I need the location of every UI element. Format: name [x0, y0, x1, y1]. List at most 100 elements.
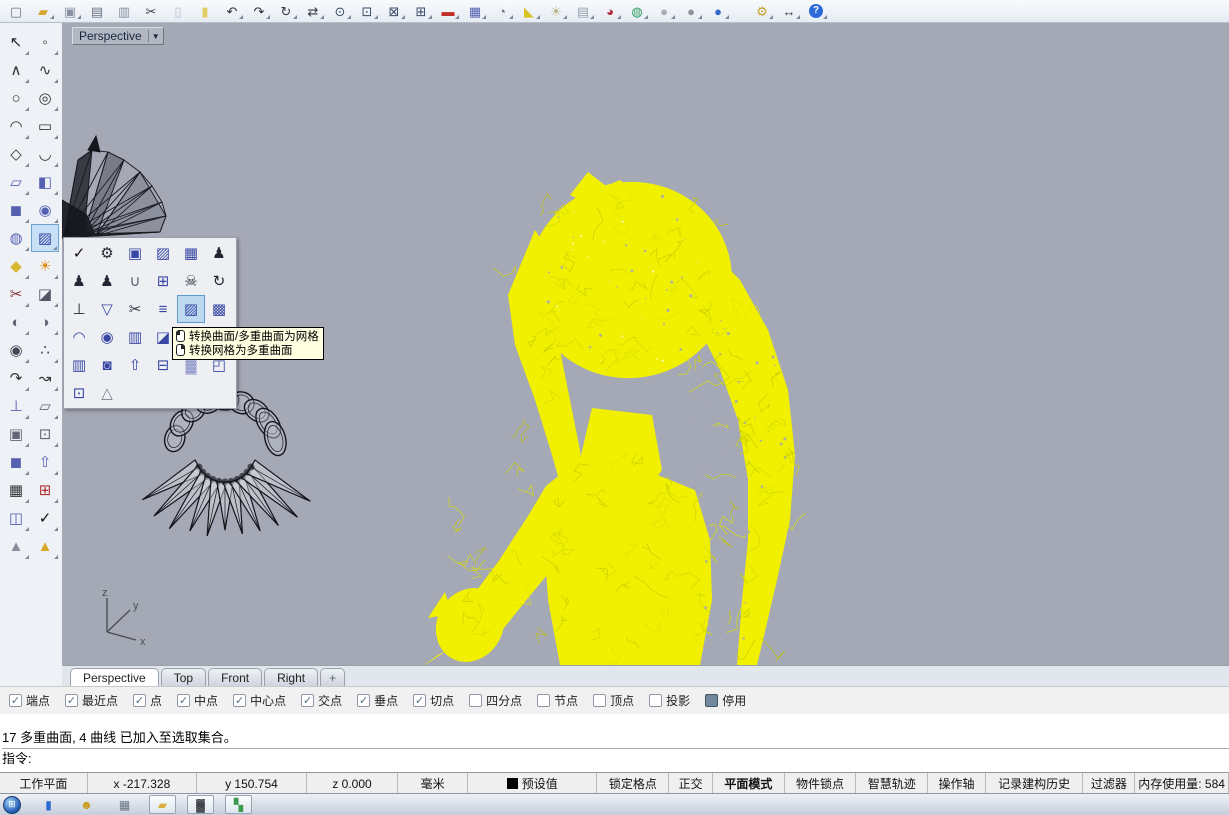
- mesh-pour-icon[interactable]: ▨: [149, 239, 177, 267]
- checkbox-icon[interactable]: ✓: [357, 694, 370, 707]
- mesh-from-nurbs-icon[interactable]: ▨: [177, 295, 205, 323]
- person-weight-icon[interactable]: ♟: [65, 267, 93, 295]
- viewport-title-dropdown-icon[interactable]: ▼: [152, 32, 160, 41]
- redo-icon[interactable]: ↷: [247, 2, 271, 20]
- notes-icon[interactable]: ▤: [571, 2, 595, 20]
- mesh-cubes-icon[interactable]: ⊡: [65, 379, 93, 407]
- mesh-window-icon[interactable]: ▣: [121, 239, 149, 267]
- mesh-ribbon-icon[interactable]: ◠: [65, 323, 93, 351]
- osnap-四分点[interactable]: 四分点: [469, 692, 522, 709]
- checkbox-icon[interactable]: ✓: [9, 694, 22, 707]
- zoom-dynamic-icon[interactable]: ⊙: [328, 2, 352, 20]
- rebuild-curve-icon[interactable]: ↝: [31, 364, 59, 392]
- options-gear-icon[interactable]: ⚙: [750, 2, 774, 20]
- zoom-extents-icon[interactable]: ⊠: [382, 2, 406, 20]
- new-document-icon[interactable]: ▢: [4, 2, 28, 20]
- rotate-3d-icon[interactable]: ◫: [2, 504, 30, 532]
- person-tool-icon[interactable]: ♟: [93, 267, 121, 295]
- paste-yellow-icon[interactable]: ▮: [193, 2, 217, 20]
- mesh-hole-icon[interactable]: ◙: [93, 351, 121, 379]
- rectangle-icon[interactable]: ▭: [31, 112, 59, 140]
- app-rhino-taskbar-button[interactable]: ▓: [187, 795, 214, 814]
- boolean-difference-icon[interactable]: ◑: [31, 308, 59, 336]
- status-8[interactable]: 正交: [669, 773, 713, 794]
- status-13[interactable]: 记录建构历史: [986, 773, 1084, 794]
- extrude-icon[interactable]: ⊥: [2, 392, 30, 420]
- checkbox-icon[interactable]: [593, 694, 606, 707]
- tab-perspective[interactable]: Perspective: [70, 668, 159, 687]
- array-grid-icon[interactable]: ▦: [2, 476, 30, 504]
- extrude-up-icon[interactable]: ⇧: [31, 448, 59, 476]
- control-point-curve-icon[interactable]: ∿: [31, 56, 59, 84]
- osnap-点[interactable]: ✓点: [133, 692, 162, 709]
- app-blue-taskbar-button[interactable]: ▮: [35, 795, 62, 814]
- copy-page-icon[interactable]: ▥: [112, 2, 136, 20]
- checkbox-icon[interactable]: ✓: [233, 694, 246, 707]
- shaded-sphere-icon[interactable]: ●: [652, 2, 676, 20]
- app-green-taskbar-button[interactable]: ▚: [225, 795, 252, 814]
- checkbox-icon[interactable]: [649, 694, 662, 707]
- viewport-layout-icon[interactable]: ⊞: [409, 2, 433, 20]
- select-arrow-icon[interactable]: ↖: [2, 28, 30, 56]
- osnap-切点[interactable]: ✓切点: [413, 692, 454, 709]
- osnap-disable[interactable]: 停用: [705, 692, 746, 709]
- viewport-title[interactable]: Perspective ▼: [72, 27, 164, 45]
- blend-curve-icon[interactable]: ◡: [31, 140, 59, 168]
- tab-front[interactable]: Front: [208, 668, 262, 687]
- surface-from-points-icon[interactable]: ▱: [2, 168, 30, 196]
- block-insert-icon[interactable]: ⊞: [31, 476, 59, 504]
- status-5[interactable]: 毫米: [398, 773, 468, 794]
- undo-icon[interactable]: ↶: [220, 2, 244, 20]
- osnap-交点[interactable]: ✓交点: [301, 692, 342, 709]
- start-button[interactable]: ⊞: [3, 796, 21, 814]
- split-icon[interactable]: ◪: [31, 280, 59, 308]
- spotlight-icon[interactable]: ☀: [544, 2, 568, 20]
- tab-right[interactable]: Right: [264, 668, 318, 687]
- pan-view-icon[interactable]: ⇄: [301, 2, 325, 20]
- rotate-view-icon[interactable]: ↻: [274, 2, 298, 20]
- mesh-tools-icon[interactable]: ▨: [31, 224, 59, 252]
- osnap-节点[interactable]: 节点: [537, 692, 578, 709]
- mesh-boxes-icon[interactable]: ▥: [121, 323, 149, 351]
- mesh-explode-icon[interactable]: △: [93, 379, 121, 407]
- mesh-trim-icon[interactable]: ✂: [121, 295, 149, 323]
- open-file-icon[interactable]: ▰: [31, 2, 55, 20]
- scale-icon[interactable]: ▱: [31, 392, 59, 420]
- checkbox-icon[interactable]: ✓: [133, 694, 146, 707]
- mesh-drape-icon[interactable]: ▽: [93, 295, 121, 323]
- command-prompt[interactable]: 指令:: [2, 749, 1229, 769]
- checkbox-icon[interactable]: [469, 694, 482, 707]
- status-2[interactable]: x -217.328: [88, 773, 198, 794]
- mesh-spheres-icon[interactable]: ◉: [93, 323, 121, 351]
- osnap-中心点[interactable]: ✓中心点: [233, 692, 286, 709]
- mesh-add-icon[interactable]: ⊞: [149, 267, 177, 295]
- app-qq-taskbar-button[interactable]: ☻: [73, 795, 100, 814]
- point-cloud-icon[interactable]: ∴: [31, 336, 59, 364]
- explode-icon[interactable]: ☀: [31, 252, 59, 280]
- box-icon[interactable]: ◼: [2, 196, 30, 224]
- puzzle-icon[interactable]: ◆: [2, 252, 30, 280]
- mesh-repair-icon[interactable]: ⚙: [93, 239, 121, 267]
- environment-sphere-icon[interactable]: ●: [706, 2, 730, 20]
- status-11[interactable]: 智慧轨迹: [856, 773, 928, 794]
- mesh-skull-icon[interactable]: ☠: [177, 267, 205, 295]
- osnap-顶点[interactable]: 顶点: [593, 692, 634, 709]
- color-wheel-icon[interactable]: ◍: [625, 2, 649, 20]
- app-calculator-taskbar-button[interactable]: ▦: [111, 795, 138, 814]
- status-10[interactable]: 物件锁点: [785, 773, 857, 794]
- cplane-icon[interactable]: ◣: [517, 2, 541, 20]
- mesh-split-icon[interactable]: ⇧: [121, 351, 149, 379]
- palette-check-icon[interactable]: ✓: [65, 239, 93, 267]
- solid-box-icon[interactable]: ◼: [2, 448, 30, 476]
- spheres-icon[interactable]: ◉: [31, 196, 59, 224]
- checkbox-icon[interactable]: ✓: [177, 694, 190, 707]
- pyramid-icon[interactable]: ▲: [31, 532, 59, 560]
- boolean-union-icon[interactable]: ◐: [2, 308, 30, 336]
- checkbox-icon[interactable]: ✓: [301, 694, 314, 707]
- osnap-端点[interactable]: ✓端点: [9, 692, 50, 709]
- mesh-axes-icon[interactable]: ⊥: [65, 295, 93, 323]
- polyline-icon[interactable]: ∧: [2, 56, 30, 84]
- disable-box-icon[interactable]: [705, 694, 718, 707]
- checkbox-icon[interactable]: [537, 694, 550, 707]
- render-preview-icon[interactable]: ▬: [436, 2, 460, 20]
